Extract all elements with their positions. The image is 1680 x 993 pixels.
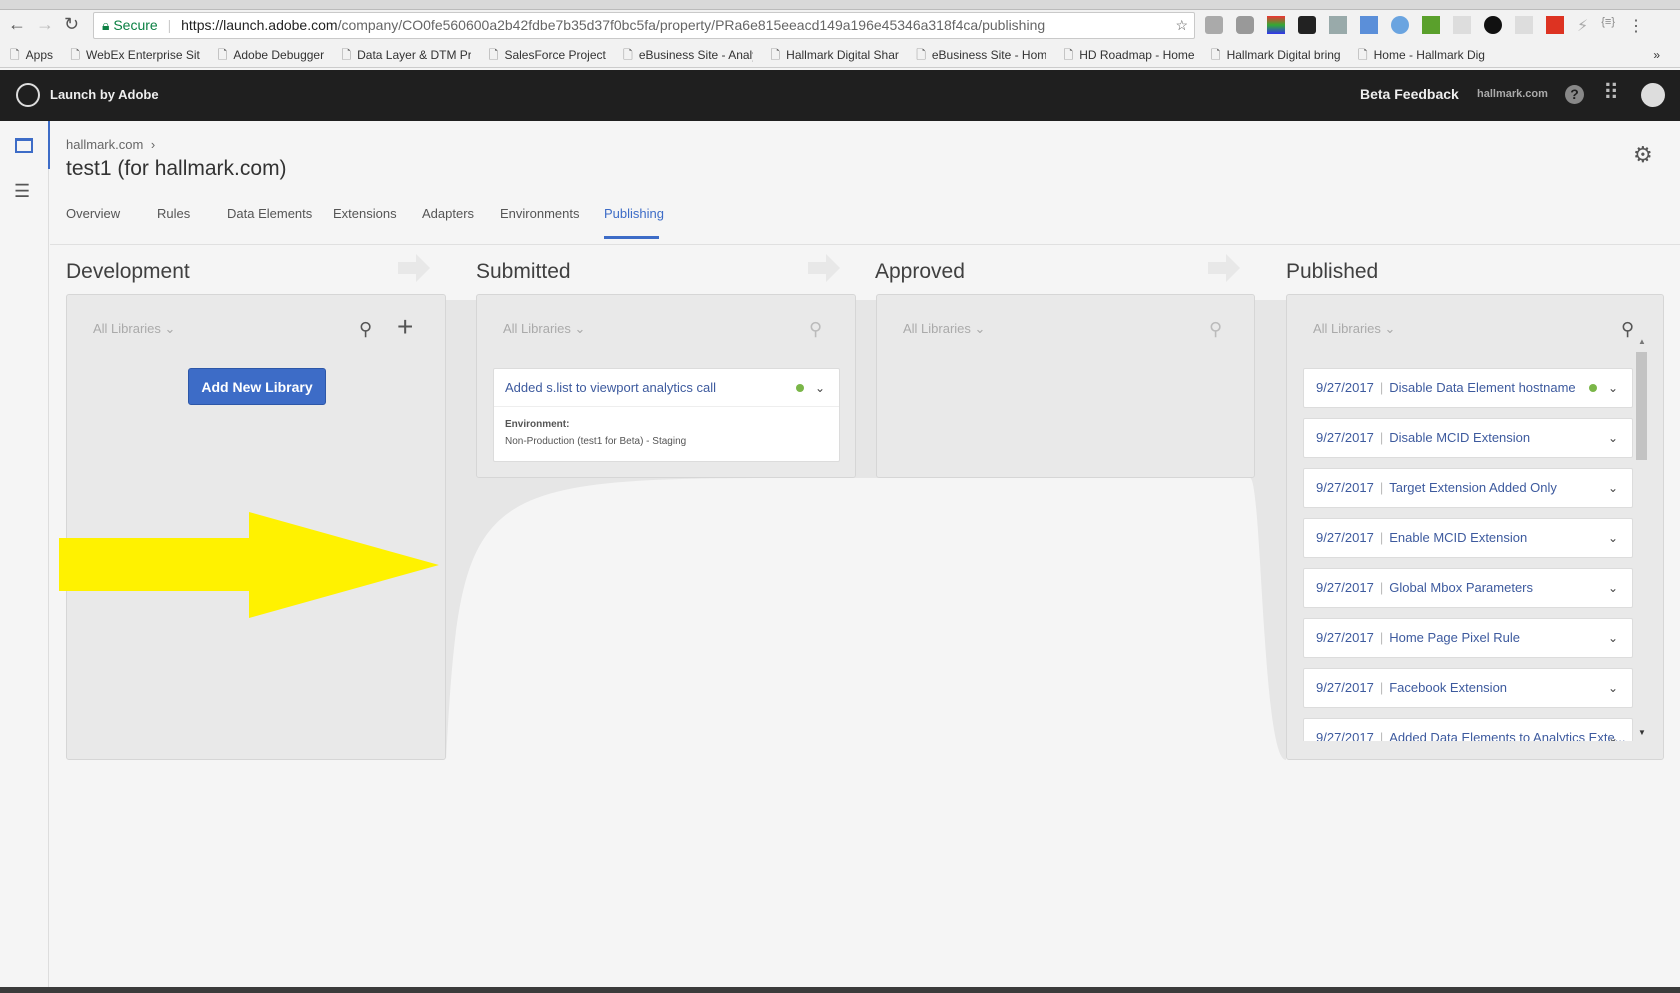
annotation-layer — [59, 512, 439, 618]
yellow-annotation-arrow — [59, 512, 439, 618]
os-taskbar — [0, 987, 1680, 993]
